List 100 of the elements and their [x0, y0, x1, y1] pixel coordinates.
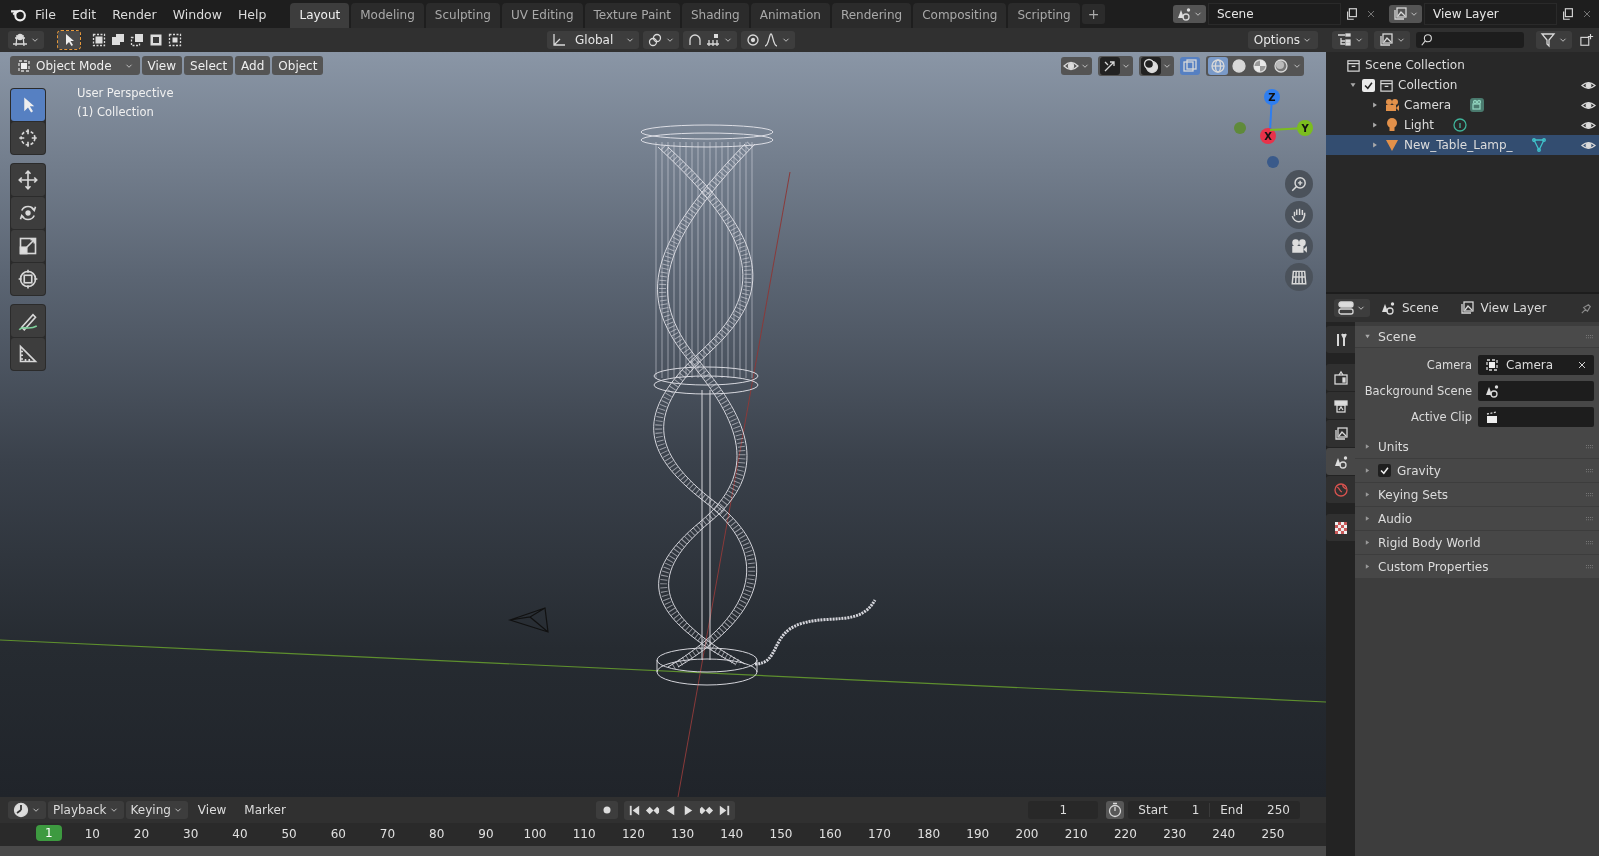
- shading-button[interactable]: [1271, 57, 1291, 75]
- pivot-dropdown[interactable]: [643, 31, 680, 49]
- name-field[interactable]: Scene: [1208, 3, 1341, 25]
- navigation-gizmo[interactable]: Z X Y: [1225, 84, 1320, 169]
- properties-tab[interactable]: [1326, 392, 1355, 419]
- viewport-menu[interactable]: View: [141, 56, 183, 75]
- tool-button[interactable]: [11, 197, 45, 229]
- xray-toggle[interactable]: [1180, 57, 1200, 75]
- properties-tab[interactable]: [1326, 326, 1355, 353]
- properties-tab[interactable]: [1326, 514, 1355, 541]
- display-mode-dropdown[interactable]: [1374, 31, 1410, 49]
- start-frame-field[interactable]: Start 1: [1128, 803, 1210, 817]
- workspace-tab[interactable]: Layout: [290, 3, 350, 28]
- workspace-tab[interactable]: Compositing: [913, 3, 1007, 28]
- navigation-button[interactable]: [1285, 201, 1313, 229]
- context-label[interactable]: View Layer: [1480, 301, 1547, 315]
- panel-title[interactable]: Scene: [1378, 329, 1417, 344]
- workspace-tab[interactable]: Shading: [681, 3, 749, 28]
- panel-title[interactable]: Keying Sets: [1378, 487, 1449, 502]
- tool-button[interactable]: [11, 122, 45, 154]
- workspace-tab[interactable]: Animation: [750, 3, 830, 28]
- timeline-menu[interactable]: Marker: [236, 801, 294, 819]
- workspace-tab[interactable]: Scripting: [1008, 3, 1080, 28]
- search-field[interactable]: [1416, 32, 1524, 48]
- panel-title[interactable]: Custom Properties: [1378, 559, 1489, 574]
- menu-item[interactable]: Edit: [63, 3, 105, 25]
- shading-button[interactable]: [1208, 57, 1228, 75]
- timeline-menu[interactable]: Keying: [125, 801, 188, 819]
- view-layer-selector[interactable]: [1389, 5, 1422, 23]
- filter-dropdown[interactable]: [1536, 31, 1572, 49]
- properties-tab[interactable]: [1326, 420, 1355, 447]
- select-mode-button[interactable]: [90, 31, 108, 49]
- panel-header[interactable]: Gravity: [1355, 459, 1599, 483]
- panel-title[interactable]: Audio: [1378, 511, 1413, 526]
- context-label[interactable]: Scene: [1402, 301, 1439, 315]
- current-frame-field[interactable]: 1: [1028, 801, 1099, 819]
- scrollbar[interactable]: [0, 846, 1326, 856]
- gizmo-toggle[interactable]: [1100, 57, 1120, 75]
- workspace-tab[interactable]: Rendering: [831, 3, 912, 28]
- navigation-button[interactable]: [1285, 263, 1313, 291]
- outliner-row[interactable]: New_Table_Lamp_: [1326, 135, 1599, 155]
- editor-type-dropdown[interactable]: [8, 801, 46, 819]
- checkbox[interactable]: [1378, 464, 1391, 477]
- menu-item[interactable]: Render: [104, 3, 165, 25]
- outliner-row[interactable]: Camera: [1326, 95, 1599, 115]
- active-tool-button[interactable]: [58, 31, 80, 49]
- proportional-edit-button[interactable]: [741, 31, 796, 49]
- name-field[interactable]: View Layer: [1424, 3, 1557, 25]
- panel-header[interactable]: Keying Sets: [1355, 483, 1599, 507]
- viewport-menu[interactable]: Select: [184, 56, 234, 75]
- select-mode-button[interactable]: [128, 31, 146, 49]
- panel-header[interactable]: Audio: [1355, 507, 1599, 531]
- panel-header[interactable]: Rigid Body World: [1355, 531, 1599, 555]
- tool-button[interactable]: [11, 89, 45, 121]
- close-icon[interactable]: [1576, 359, 1588, 371]
- object-field[interactable]: Camera: [1478, 355, 1594, 375]
- mode-dropdown[interactable]: Object Mode: [10, 56, 140, 75]
- tool-button[interactable]: [11, 305, 45, 337]
- timeline-menu[interactable]: View: [189, 801, 235, 819]
- overlay-toggle[interactable]: [1141, 57, 1161, 75]
- options-dropdown[interactable]: Options: [1247, 31, 1318, 49]
- object-field[interactable]: [1478, 407, 1594, 427]
- scene-selector[interactable]: [1173, 5, 1206, 23]
- panel-title[interactable]: Gravity: [1397, 463, 1441, 478]
- panel-header[interactable]: Custom Properties: [1355, 555, 1599, 579]
- record-button[interactable]: [595, 801, 618, 819]
- editor-type-dropdown[interactable]: [1332, 31, 1368, 49]
- workspace-tab[interactable]: Modeling: [351, 3, 424, 28]
- panel-header[interactable]: Units: [1355, 435, 1599, 459]
- snap-dropdown[interactable]: [683, 31, 738, 49]
- tool-button[interactable]: [11, 164, 45, 196]
- navigation-button[interactable]: [1285, 170, 1313, 198]
- outliner-row[interactable]: Light: [1326, 115, 1599, 135]
- menu-item[interactable]: Window: [164, 3, 230, 25]
- shading-button[interactable]: [1250, 57, 1270, 75]
- menu-item[interactable]: File: [27, 3, 64, 25]
- new-collection-button[interactable]: [1578, 31, 1596, 49]
- tool-button[interactable]: [11, 263, 45, 295]
- object-field[interactable]: [1478, 381, 1594, 401]
- tree-item[interactable]: Collection: [1398, 78, 1458, 92]
- add-workspace-button[interactable]: +: [1081, 4, 1106, 24]
- panel-title[interactable]: Units: [1378, 439, 1409, 454]
- end-frame-field[interactable]: End 250: [1209, 803, 1300, 817]
- timeline-menu[interactable]: Playback: [48, 801, 124, 819]
- panel-title[interactable]: Rigid Body World: [1378, 535, 1481, 550]
- viewport-menu[interactable]: Object: [272, 56, 324, 75]
- workspace-tab[interactable]: Texture Paint: [584, 3, 680, 28]
- shading-button[interactable]: [1229, 57, 1249, 75]
- current-frame-marker[interactable]: 1: [36, 825, 62, 841]
- select-mode-button[interactable]: [166, 31, 184, 49]
- editor-type-dropdown[interactable]: [8, 31, 44, 49]
- editor-type-dropdown[interactable]: [1334, 299, 1370, 317]
- navigation-button[interactable]: [1285, 232, 1313, 260]
- properties-tab[interactable]: [1326, 448, 1355, 475]
- visibility-dropdown[interactable]: [1061, 57, 1092, 75]
- tree-item[interactable]: Scene Collection: [1365, 58, 1465, 72]
- triangle-down-icon[interactable]: [1363, 332, 1372, 341]
- checkbox[interactable]: [1362, 78, 1375, 92]
- menu-item[interactable]: Help: [229, 3, 275, 25]
- viewport-menu[interactable]: Add: [235, 56, 271, 75]
